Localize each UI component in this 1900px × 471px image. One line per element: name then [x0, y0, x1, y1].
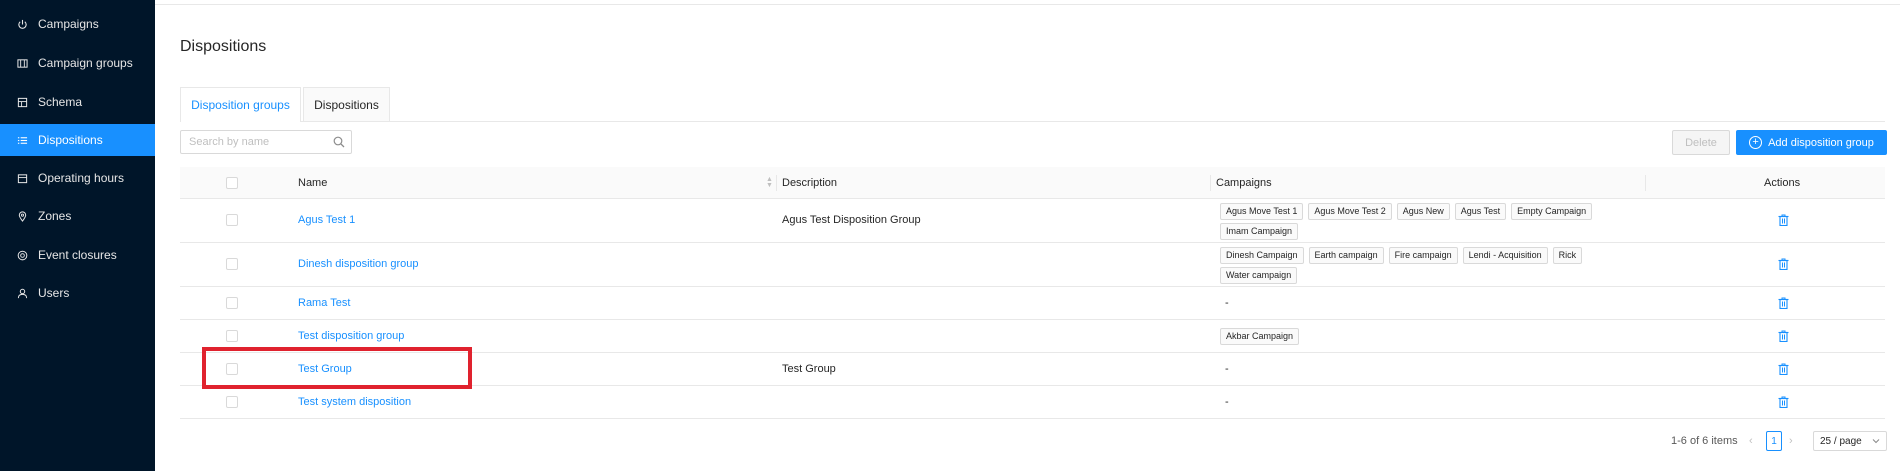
- chevron-down-icon: [1872, 439, 1880, 444]
- search-input[interactable]: [189, 136, 327, 148]
- location-pin-icon: [16, 210, 28, 222]
- sidebar-item-label: Schema: [38, 95, 83, 109]
- row-checkbox[interactable]: [226, 214, 238, 226]
- campaign-tags: Agus Move Test 1 Agus Move Test 2 Agus N…: [1220, 203, 1625, 240]
- sidebar-item-users[interactable]: Users: [0, 277, 155, 309]
- campaign-tag: Agus New: [1396, 203, 1450, 220]
- schema-icon: [16, 96, 28, 108]
- page-size-select[interactable]: 25 / page: [1813, 431, 1887, 451]
- empty-campaigns: -: [1225, 396, 1229, 408]
- table-row: Test system disposition -: [180, 386, 1885, 419]
- campaign-tag: Water campaign: [1220, 267, 1298, 284]
- delete-row-icon[interactable]: [1778, 363, 1789, 378]
- sidebar-item-zones[interactable]: Zones: [0, 200, 155, 232]
- campaign-tag: Fire campaign: [1388, 247, 1458, 264]
- target-icon: [16, 249, 28, 261]
- campaign-tag: Rick: [1552, 247, 1583, 264]
- group-description: Test Group: [782, 363, 836, 375]
- table-row: Rama Test -: [180, 287, 1885, 320]
- calendar-icon: [16, 172, 28, 184]
- plus-circle-icon: +: [1749, 136, 1763, 149]
- search-icon[interactable]: [333, 136, 345, 151]
- group-name-link[interactable]: Rama Test: [298, 297, 350, 309]
- row-checkbox[interactable]: [226, 396, 238, 408]
- add-button-label: Add disposition group: [1768, 136, 1874, 149]
- tab-dispositions[interactable]: Dispositions: [303, 87, 390, 121]
- highlight-box: [202, 347, 472, 389]
- column-header-actions: Actions: [1764, 177, 1801, 189]
- campaign-tag: Dinesh Campaign: [1220, 247, 1304, 264]
- pagination-prev-icon[interactable]: ‹: [1749, 431, 1753, 451]
- group-name-link[interactable]: Test disposition group: [298, 330, 404, 342]
- row-checkbox[interactable]: [226, 258, 238, 270]
- sidebar-item-label: Dispositions: [38, 133, 103, 147]
- campaign-tag: Agus Move Test 1: [1220, 203, 1304, 220]
- group-name-link[interactable]: Agus Test 1: [298, 214, 355, 226]
- layers-icon: [16, 57, 28, 69]
- column-header-description: Description: [782, 177, 838, 189]
- delete-row-icon[interactable]: [1778, 297, 1789, 312]
- list-icon: [16, 134, 28, 146]
- sidebar-item-schema[interactable]: Schema: [0, 86, 155, 118]
- sidebar-item-label: Campaign groups: [38, 56, 133, 70]
- row-checkbox[interactable]: [226, 330, 238, 342]
- pagination-next-icon[interactable]: ›: [1789, 431, 1793, 451]
- main-content: Dispositions Disposition groups Disposit…: [155, 0, 1900, 471]
- empty-campaigns: -: [1225, 363, 1229, 375]
- campaign-tag: Agus Test: [1454, 203, 1507, 220]
- column-header-name[interactable]: Name: [298, 167, 327, 199]
- power-icon: [16, 18, 28, 30]
- header-divider: [155, 4, 1900, 5]
- campaign-tag: Imam Campaign: [1220, 223, 1299, 240]
- tabs-divider: [180, 121, 1885, 122]
- campaign-tag: Empty Campaign: [1511, 203, 1593, 220]
- user-icon: [16, 287, 28, 299]
- sidebar-item-label: Zones: [38, 209, 72, 223]
- group-name-link[interactable]: Test system disposition: [298, 396, 411, 408]
- campaign-tag: Lendi - Acquisition: [1462, 247, 1548, 264]
- sidebar-item-label: Operating hours: [38, 171, 125, 185]
- pagination-total: 1-6 of 6 items: [1671, 435, 1738, 447]
- campaign-tag: Agus Move Test 2: [1308, 203, 1392, 220]
- delete-row-icon[interactable]: [1778, 396, 1789, 411]
- column-separator: [1210, 175, 1211, 191]
- empty-campaigns: -: [1225, 297, 1229, 309]
- campaign-tags: Dinesh Campaign Earth campaign Fire camp…: [1220, 247, 1625, 284]
- row-checkbox[interactable]: [226, 297, 238, 309]
- sidebar-item-event-closures[interactable]: Event closures: [0, 239, 155, 271]
- sort-icon[interactable]: ▲ ▼: [766, 176, 773, 189]
- sidebar-item-dispositions[interactable]: Dispositions: [0, 124, 155, 156]
- search-box: [180, 130, 352, 154]
- add-disposition-group-button[interactable]: + Add disposition group: [1736, 130, 1887, 155]
- campaign-tag: Akbar Campaign: [1220, 328, 1300, 345]
- pagination-page-1[interactable]: 1: [1766, 431, 1782, 451]
- sidebar: Campaigns Campaign groups Schema Disposi…: [0, 0, 155, 471]
- column-separator: [776, 175, 777, 191]
- sidebar-item-label: Users: [38, 286, 70, 300]
- tab-disposition-groups[interactable]: Disposition groups: [180, 87, 301, 122]
- group-name-link[interactable]: Dinesh disposition group: [298, 258, 418, 270]
- sidebar-item-label: Event closures: [38, 248, 117, 262]
- delete-button[interactable]: Delete: [1672, 130, 1730, 155]
- table-header: Name ▲ ▼ Description Campaigns Actions: [180, 167, 1885, 199]
- page-title: Dispositions: [180, 38, 267, 55]
- table-row: Agus Test 1 Agus Test Disposition Group …: [180, 199, 1885, 243]
- sidebar-item-label: Campaigns: [38, 17, 99, 31]
- delete-row-icon[interactable]: [1778, 214, 1789, 229]
- group-description: Agus Test Disposition Group: [782, 214, 921, 226]
- page-size-value: 25 / page: [1820, 435, 1862, 447]
- sidebar-item-campaign-groups[interactable]: Campaign groups: [0, 47, 155, 79]
- column-header-campaigns: Campaigns: [1216, 177, 1272, 189]
- table-row: Dinesh disposition group Dinesh Campaign…: [180, 243, 1885, 287]
- select-all-checkbox[interactable]: [226, 177, 238, 189]
- sidebar-item-campaigns[interactable]: Campaigns: [0, 8, 155, 40]
- campaign-tags: Akbar Campaign: [1220, 328, 1625, 345]
- delete-row-icon[interactable]: [1778, 330, 1789, 345]
- delete-row-icon[interactable]: [1778, 258, 1789, 273]
- campaign-tag: Earth campaign: [1308, 247, 1384, 264]
- sidebar-item-operating-hours[interactable]: Operating hours: [0, 162, 155, 194]
- column-separator: [1645, 175, 1646, 191]
